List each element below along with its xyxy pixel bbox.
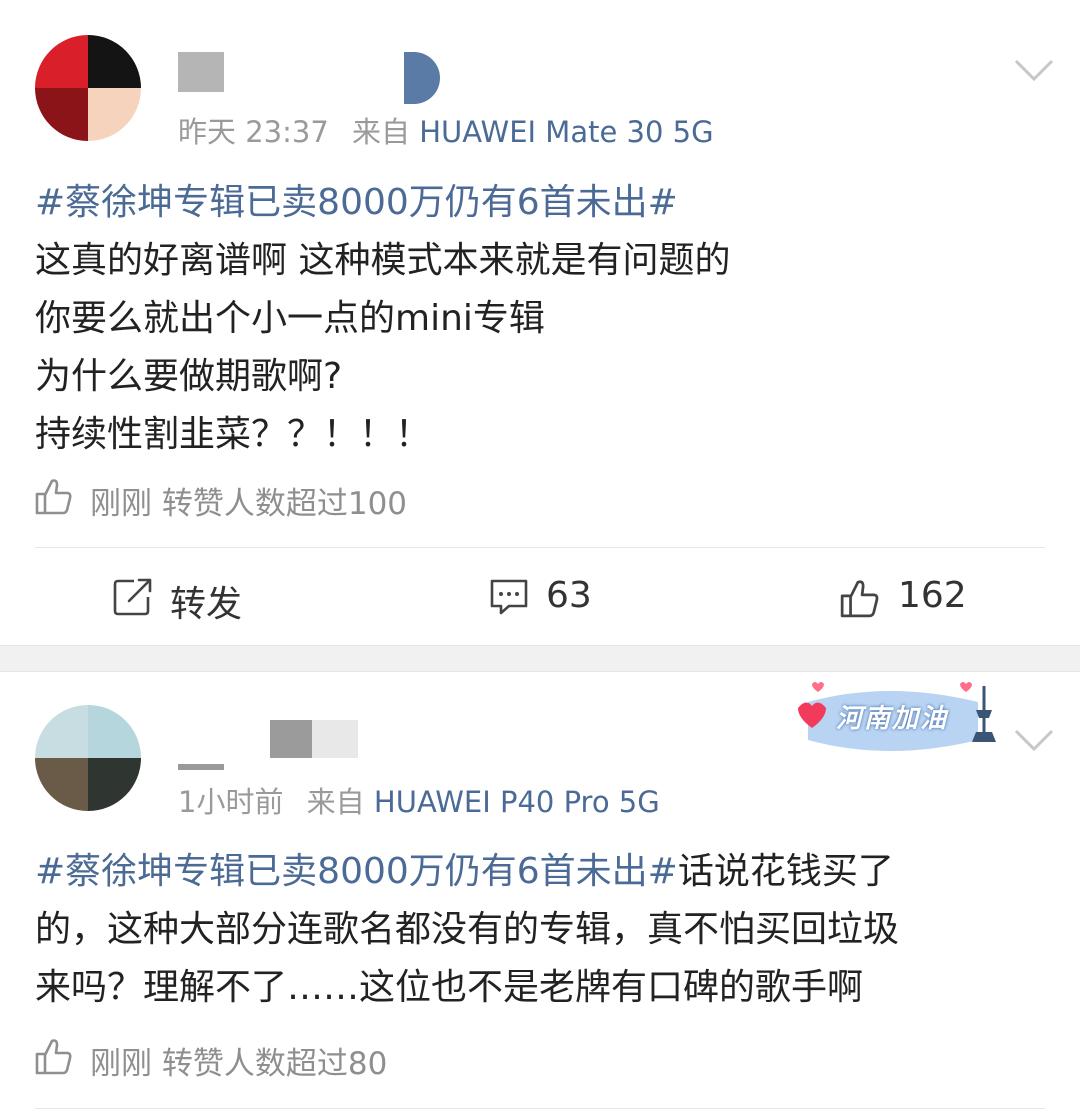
source-prefix: 来自 — [306, 785, 365, 819]
post-text: #蔡徐坤专辑已卖8000万仍有6首未出#话说花钱买了 的，这种大部分连歌名都没有… — [35, 843, 1045, 1017]
divider — [35, 547, 1045, 548]
repost-icon — [113, 578, 152, 616]
source-prefix: 来自 — [352, 115, 411, 149]
topic-link[interactable]: #蔡徐坤专辑已卖8000万仍有6首未出# — [35, 182, 678, 223]
liked-text: 刚刚 转赞人数超过80 — [90, 1046, 388, 1082]
post-source[interactable]: HUAWEI Mate 30 5G — [419, 115, 713, 149]
post-line: 持续性割韭菜？？！！！ — [35, 414, 432, 455]
thumbs-up-icon — [35, 1039, 72, 1075]
comment-count: 63 — [546, 575, 592, 616]
liked-text: 刚刚 转赞人数超过100 — [90, 486, 408, 522]
repost-label: 转发 — [170, 584, 243, 625]
post-line: 的，这种大部分连歌名都没有的专辑，真不怕买回垃圾 — [35, 909, 900, 950]
comment-button[interactable]: 63 — [488, 573, 608, 623]
username[interactable] — [178, 52, 448, 104]
post-time: 昨天 23:37 — [178, 115, 329, 149]
regional-badge: 河南加油 — [790, 680, 1010, 760]
post-line: 来吗？理解不了……这位也不是老牌有口碑的歌手啊 — [35, 967, 864, 1008]
weibo-post-1: 昨天 23:37 来自 HUAWEI Mate 30 5G #蔡徐坤专辑已卖80… — [0, 0, 1080, 645]
like-count: 162 — [898, 575, 967, 616]
chevron-down-icon[interactable] — [1012, 726, 1056, 754]
post-text: #蔡徐坤专辑已卖8000万仍有6首未出# 这真的好离谱啊 这种模式本来就是有问题… — [35, 174, 1045, 464]
comment-icon — [490, 579, 528, 615]
post-line: 话说花钱买了 — [677, 851, 894, 892]
repost-button[interactable]: 转发 — [112, 573, 272, 625]
weibo-post-2: 河南加油 1小时前 来自 HUAWEI P40 Pro 5G #蔡徐坤专辑已卖8… — [0, 672, 1080, 1115]
divider — [35, 1108, 1045, 1109]
post-line: 为什么要做期歌啊? — [35, 356, 343, 397]
post-meta: 昨天 23:37 来自 HUAWEI Mate 30 5G — [178, 109, 714, 151]
avatar[interactable] — [35, 35, 141, 141]
post-meta: 1小时前 来自 HUAWEI P40 Pro 5G — [178, 779, 660, 821]
badge-text: 河南加油 — [836, 704, 949, 734]
post-time: 1小时前 — [178, 785, 284, 819]
post-source[interactable]: HUAWEI P40 Pro 5G — [374, 785, 660, 819]
post-line: 这真的好离谱啊 这种模式本来就是有问题的 — [35, 240, 731, 281]
avatar[interactable] — [35, 705, 141, 811]
post-separator — [0, 645, 1080, 672]
topic-link[interactable]: #蔡徐坤专辑已卖8000万仍有6首未出# — [35, 851, 678, 892]
like-button[interactable]: 162 — [838, 573, 968, 623]
chevron-down-icon[interactable] — [1012, 56, 1056, 84]
username[interactable] — [178, 720, 368, 770]
thumbs-up-icon — [35, 479, 72, 515]
post-line: 你要么就出个小一点的mini专辑 — [35, 298, 545, 339]
like-icon — [840, 580, 879, 618]
